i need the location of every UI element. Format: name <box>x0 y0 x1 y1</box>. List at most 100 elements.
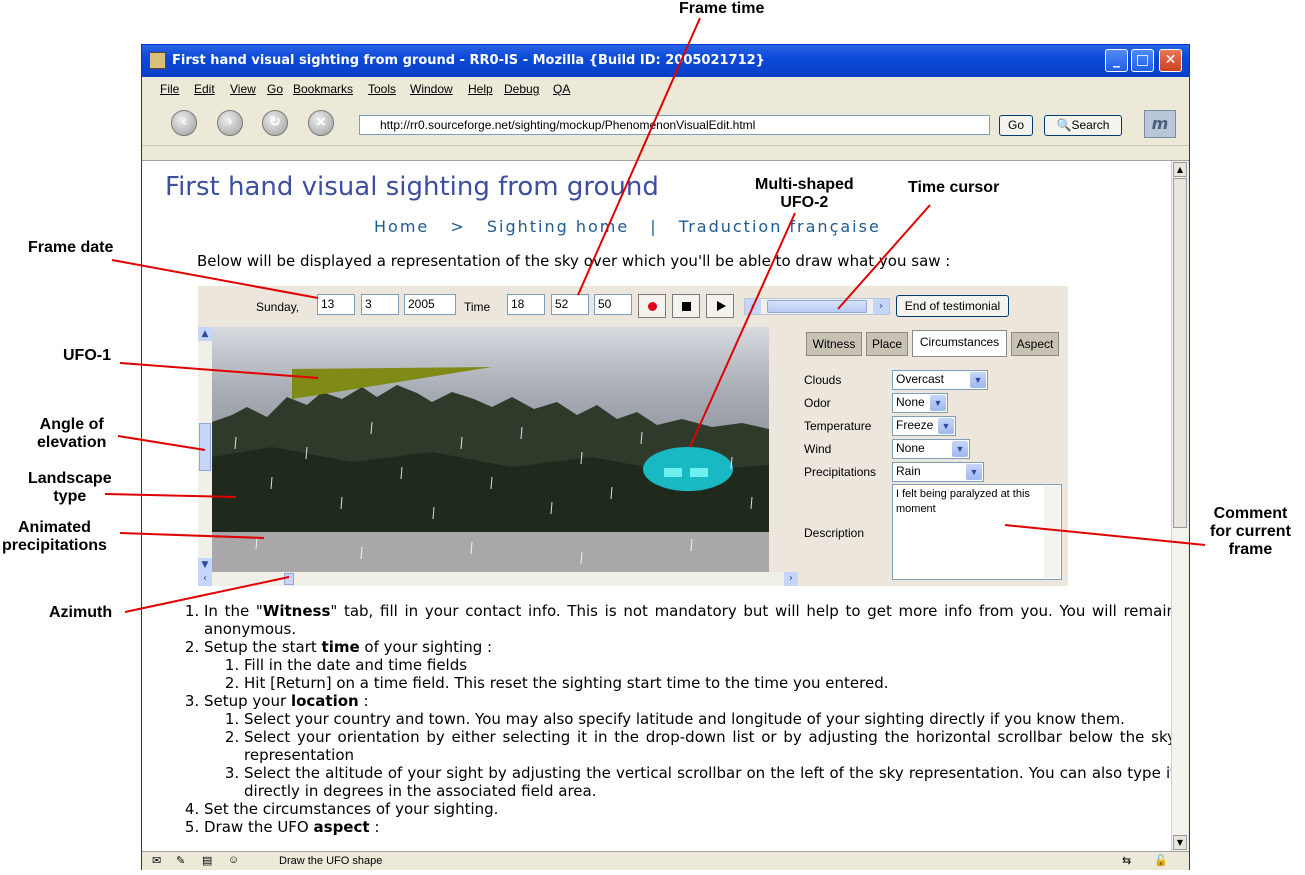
annotation-angle-of-elevation: Angle of elevation <box>37 416 106 452</box>
tab-aspect[interactable]: Aspect <box>1011 332 1059 356</box>
annotation-line: Comment <box>1213 505 1288 522</box>
close-window-button[interactable]: ✕ <box>1159 49 1182 72</box>
search-button-label: Search <box>1071 118 1110 132</box>
annotation-line: UFO-2 <box>780 194 829 211</box>
back-icon[interactable]: ‹ <box>171 110 197 136</box>
annotation-line: precipitations <box>2 537 107 554</box>
menu-window[interactable]: Window <box>410 82 453 96</box>
time-cursor-scrollbar[interactable]: ‹ › <box>744 298 890 315</box>
list-item: Setup the start time of your sighting : … <box>204 638 1171 692</box>
mozilla-app-icon <box>149 52 166 69</box>
temperature-select[interactable]: Freeze ▼ <box>892 416 956 436</box>
tab-place[interactable]: Place <box>866 332 908 356</box>
annotation-frame-date: Frame date <box>28 239 114 256</box>
intro-text: Below will be displayed a representation… <box>197 252 951 270</box>
reload-icon[interactable]: ↻ <box>262 110 288 136</box>
page-scroll-thumb[interactable] <box>1173 178 1187 528</box>
ufo-2-shape[interactable] <box>643 447 733 491</box>
wind-label: Wind <box>804 442 832 456</box>
url-field[interactable]: http://rr0.sourceforge.net/sighting/mock… <box>359 115 990 135</box>
textarea-scrollbar[interactable] <box>1044 486 1060 578</box>
maximize-button[interactable]: □ <box>1131 49 1154 72</box>
annotation-line: elevation <box>37 434 107 451</box>
breadcrumb: Home > Sighting home | Traduction frança… <box>374 217 895 236</box>
annotation-comment-for-current-frame: Comment for current frame <box>1210 505 1291 559</box>
frame-day-field[interactable]: 13 <box>317 294 355 315</box>
frame-month-field[interactable]: 3 <box>361 294 399 315</box>
mail-icon[interactable]: ✉ <box>152 854 161 867</box>
description-textarea[interactable]: I felt being paralyzed at this moment <box>892 484 1062 580</box>
precipitations-label: Precipitations <box>804 465 877 479</box>
annotation-line: Multi-shaped <box>755 176 854 193</box>
url-text: http://rr0.sourceforge.net/sighting/mock… <box>380 118 756 132</box>
azimuth-thumb[interactable] <box>284 573 294 585</box>
menu-debug[interactable]: Debug <box>504 82 539 96</box>
minimize-button[interactable]: _ <box>1105 49 1128 72</box>
frame-year-field[interactable]: 2005 <box>404 294 456 315</box>
list-item: Fill in the date and time fields <box>244 656 1171 674</box>
menu-file[interactable]: File <box>160 82 179 96</box>
tab-circumstances[interactable]: Circumstances <box>912 330 1007 357</box>
title-bar: First hand visual sighting from ground -… <box>142 45 1189 77</box>
frame-day-name: Sunday, <box>256 300 300 314</box>
menu-bookmarks[interactable]: Bookmarks <box>293 82 353 96</box>
menu-help[interactable]: Help <box>468 82 493 96</box>
time-cursor-thumb[interactable] <box>766 300 867 313</box>
frame-second-field[interactable]: 50 <box>594 294 632 315</box>
window-title: First hand visual sighting from ground -… <box>172 53 765 68</box>
scroll-right-arrow-icon[interactable]: › <box>784 572 798 586</box>
scroll-right-arrow-icon[interactable]: › <box>873 299 889 314</box>
precipitations-select[interactable]: Rain ▼ <box>892 462 984 482</box>
description-text: I felt being paralyzed at this moment <box>896 488 1030 515</box>
go-button[interactable]: Go <box>999 115 1033 136</box>
menu-go[interactable]: Go <box>267 82 283 96</box>
annotation-multi-shaped-ufo-2: Multi-shaped UFO-2 <box>755 176 854 212</box>
scroll-up-arrow-icon[interactable]: ▲ <box>198 327 212 341</box>
stop-button[interactable] <box>672 294 700 318</box>
menu-edit[interactable]: Edit <box>194 82 215 96</box>
menu-tools[interactable]: Tools <box>368 82 396 96</box>
scroll-down-arrow-icon[interactable]: ▼ <box>1173 835 1187 850</box>
breadcrumb-home-link[interactable]: Home <box>374 217 429 236</box>
list-item: Select your country and town. You may al… <box>244 710 1171 728</box>
address-book-icon[interactable]: ▤ <box>202 854 212 867</box>
scroll-down-arrow-icon[interactable]: ▼ <box>198 558 212 572</box>
end-of-testimonial-button[interactable]: End of testimonial <box>896 295 1009 317</box>
menu-qa[interactable]: QA <box>553 82 570 96</box>
chevron-down-icon: ▼ <box>938 418 954 434</box>
frame-hour-field[interactable]: 18 <box>507 294 545 315</box>
lock-icon: 🔓 <box>1154 855 1168 867</box>
annotation-landscape-type: Landscape type <box>28 470 112 506</box>
list-item: Set the circumstances of your sighting. <box>204 800 1171 818</box>
annotation-line: for current <box>1210 523 1291 540</box>
composer-icon[interactable]: ✎ <box>176 854 185 867</box>
stop-icon[interactable]: × <box>308 110 334 136</box>
frame-minute-field[interactable]: 52 <box>551 294 589 315</box>
list-item: Setup your location : Select your countr… <box>204 692 1171 800</box>
breadcrumb-french-link[interactable]: Traduction française <box>679 217 881 236</box>
record-button[interactable] <box>638 294 666 318</box>
page-vertical-scrollbar[interactable]: ▲ ▼ <box>1171 161 1188 851</box>
page-content: First hand visual sighting from ground H… <box>142 161 1171 851</box>
annotation-line: Animated <box>18 519 91 536</box>
elevation-thumb[interactable] <box>199 423 211 471</box>
breadcrumb-sighting-home-link[interactable]: Sighting home <box>487 217 629 236</box>
irc-icon[interactable]: ☺ <box>228 854 239 866</box>
menu-view[interactable]: View <box>230 82 256 96</box>
annotation-time-cursor: Time cursor <box>908 179 1000 196</box>
search-button[interactable]: 🔍Search <box>1044 115 1122 136</box>
azimuth-scrollbar[interactable]: ‹ › <box>198 572 798 586</box>
odor-select[interactable]: None ▼ <box>892 393 948 413</box>
tab-strip <box>142 146 1189 161</box>
scroll-left-arrow-icon[interactable]: ‹ <box>198 572 212 586</box>
wind-select[interactable]: None ▼ <box>892 439 970 459</box>
play-button[interactable] <box>706 294 734 318</box>
tab-witness[interactable]: Witness <box>806 332 862 356</box>
annotation-line: frame <box>1228 541 1273 558</box>
clouds-select[interactable]: Overcast ▼ <box>892 370 988 390</box>
sky-view[interactable] <box>212 327 769 572</box>
forward-icon[interactable]: › <box>217 110 243 136</box>
elevation-scrollbar[interactable]: ▲ ▼ <box>198 327 212 572</box>
scroll-left-arrow-icon[interactable]: ‹ <box>745 299 761 314</box>
scroll-up-arrow-icon[interactable]: ▲ <box>1173 162 1187 177</box>
